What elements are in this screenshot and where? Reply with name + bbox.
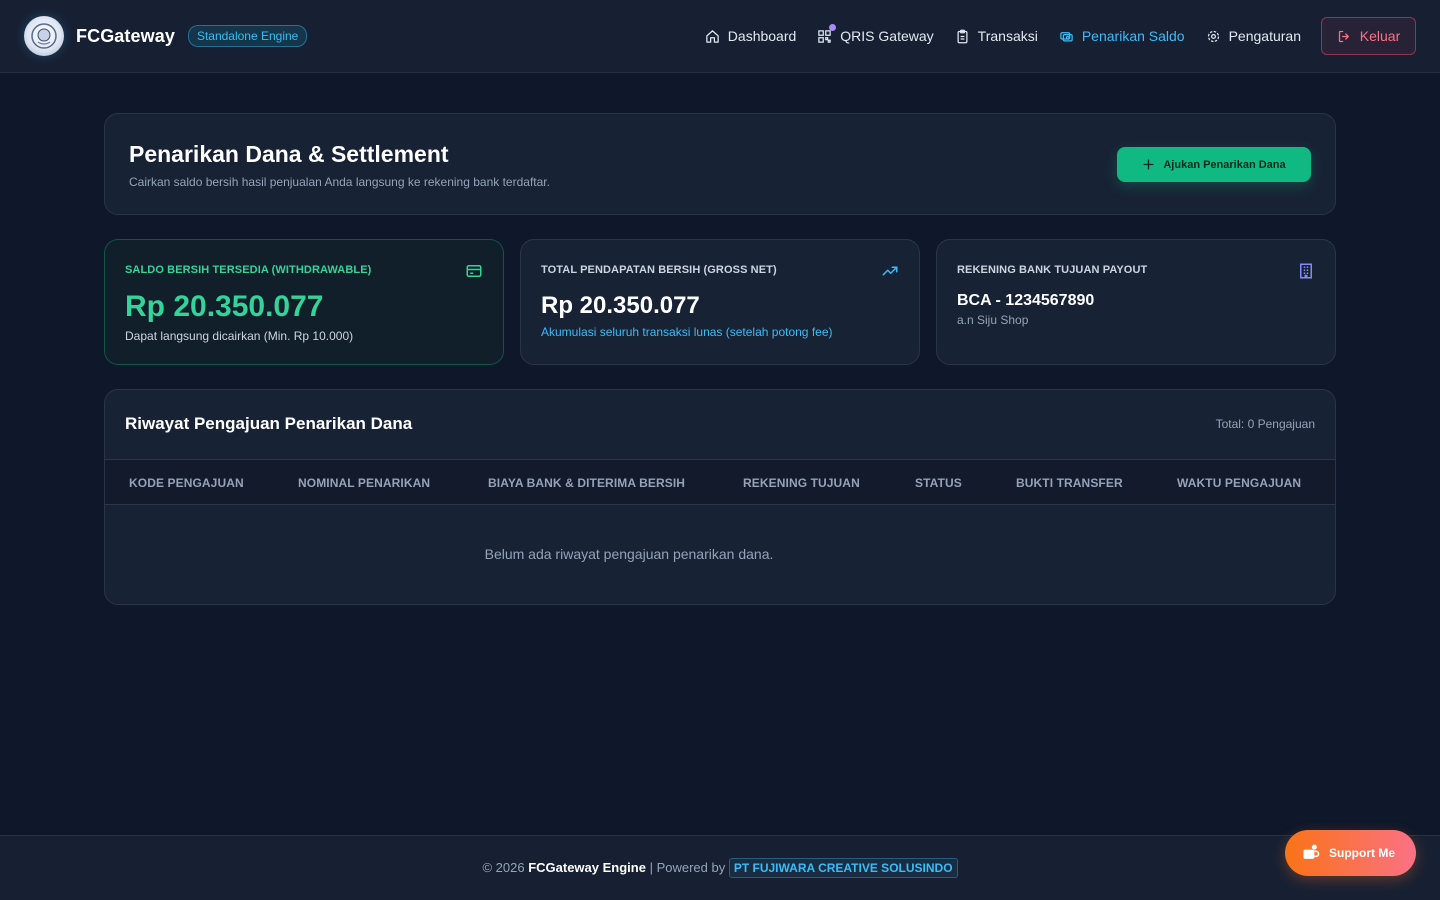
qr-code-icon (818, 29, 832, 43)
history-total: Total: 0 Pengajuan (1215, 417, 1315, 431)
notification-dot (829, 24, 837, 31)
available-balance-value: Rp 20.350.077 (125, 290, 324, 323)
page-subtitle: Cairkan saldo bersih hasil penjualan And… (129, 175, 550, 189)
column-header: BIAYA BANK & DITERIMA BERSIH (488, 476, 686, 490)
available-balance-note: Dapat langsung dicairkan (Min. Rp 10.000… (125, 329, 354, 343)
column-header: WAKTU PENGAJUAN (1177, 476, 1302, 490)
support-me-label: Support Me (1329, 846, 1395, 860)
logout-label: Keluar (1359, 28, 1401, 44)
nav-item-dashboard[interactable]: Dashboard (705, 28, 797, 44)
trending-up-icon (882, 266, 898, 276)
footer-engine: FCGateway Engine (528, 860, 646, 875)
nav-item-penarikan-saldo[interactable]: Penarikan Saldo (1059, 28, 1185, 44)
table-header: KODE PENGAJUAN NOMINAL PENARIKAN BIAYA B… (105, 459, 1335, 505)
main-nav: Dashboard QRIS Gateway Transaksi Penarik… (684, 17, 1416, 55)
withdrawal-history-card: Riwayat Pengajuan Penarikan Dana Total: … (104, 389, 1336, 605)
gross-income-note: Akumulasi seluruh transaksi lunas (setel… (541, 325, 833, 339)
clipboard-icon (957, 29, 968, 43)
column-header: REKENING TUJUAN (743, 476, 860, 490)
nav-label-pengaturan: Pengaturan (1228, 28, 1301, 44)
gross-income-label: TOTAL PENDAPATAN BERSIH (GROSS NET) (541, 264, 777, 276)
page-title: Penarikan Dana & Settlement (129, 141, 449, 167)
gear-icon (1207, 30, 1219, 42)
brand[interactable]: FCGateway Standalone Engine (24, 16, 308, 56)
brand-logo (24, 16, 64, 56)
column-header: BUKTI TRANSFER (1016, 476, 1123, 490)
support-me-button[interactable]: Support Me (1285, 830, 1416, 876)
card-icon (466, 265, 482, 277)
history-title: Riwayat Pengajuan Penarikan Dana (125, 414, 413, 433)
footer-powered: | Powered by (649, 860, 726, 875)
nav-item-transaksi[interactable]: Transaksi (955, 28, 1038, 44)
top-navbar: FCGateway Standalone Engine Dashboard QR… (0, 0, 1440, 73)
coffee-cup-icon (1303, 844, 1320, 859)
brand-name: FCGateway (76, 25, 175, 46)
available-balance-card: SALDO BERSIH TERSEDIA (WITHDRAWABLE) Rp … (104, 239, 504, 365)
logout-button[interactable]: Keluar (1321, 17, 1416, 55)
footer-copyright: © 2026 (482, 860, 525, 875)
gross-income-value: Rp 20.350.077 (541, 292, 700, 319)
request-withdrawal-label: Ajukan Penarikan Dana (1163, 158, 1286, 171)
logout-icon (1338, 30, 1349, 42)
nav-label-transaksi: Transaksi (977, 28, 1038, 44)
request-withdrawal-button[interactable]: Ajukan Penarikan Dana (1117, 147, 1311, 182)
gross-income-card: TOTAL PENDAPATAN BERSIH (GROSS NET) Rp 2… (520, 239, 920, 365)
nav-label-dashboard: Dashboard (727, 28, 797, 44)
footer: © 2026 FCGateway Engine | Powered by PT … (0, 835, 1440, 900)
nav-item-qris-gateway[interactable]: QRIS Gateway (817, 24, 934, 44)
column-header: NOMINAL PENARIKAN (298, 476, 431, 490)
payout-bank-card: REKENING BANK TUJUAN PAYOUT BCA - 123456… (936, 239, 1336, 365)
nav-label-penarikan: Penarikan Saldo (1081, 28, 1185, 44)
wallet-transfer-icon (1060, 31, 1073, 41)
home-icon (706, 29, 719, 43)
column-header: KODE PENGAJUAN (129, 476, 244, 490)
company-link[interactable]: PT FUJIWARA CREATIVE SOLUSINDO (728, 858, 958, 878)
column-header: STATUS (915, 476, 962, 490)
engine-badge: Standalone Engine (187, 25, 308, 47)
payout-bank-label: REKENING BANK TUJUAN PAYOUT (957, 264, 1148, 276)
available-balance-label: SALDO BERSIH TERSEDIA (WITHDRAWABLE) (125, 264, 372, 276)
footer-text: © 2026 FCGateway Engine | Powered by PT … (0, 858, 1440, 878)
page-header-card: Penarikan Dana & Settlement Cairkan sald… (104, 113, 1336, 215)
nav-label-qris: QRIS Gateway (840, 28, 934, 44)
nav-item-pengaturan[interactable]: Pengaturan (1206, 28, 1301, 44)
building-icon (1300, 263, 1312, 279)
empty-state-message: Belum ada riwayat pengajuan penarikan da… (484, 546, 774, 562)
plus-icon (1143, 159, 1154, 170)
payout-bank-holder: a.n Siju Shop (957, 313, 1029, 327)
payout-bank-account: BCA - 1234567890 (957, 292, 1095, 309)
